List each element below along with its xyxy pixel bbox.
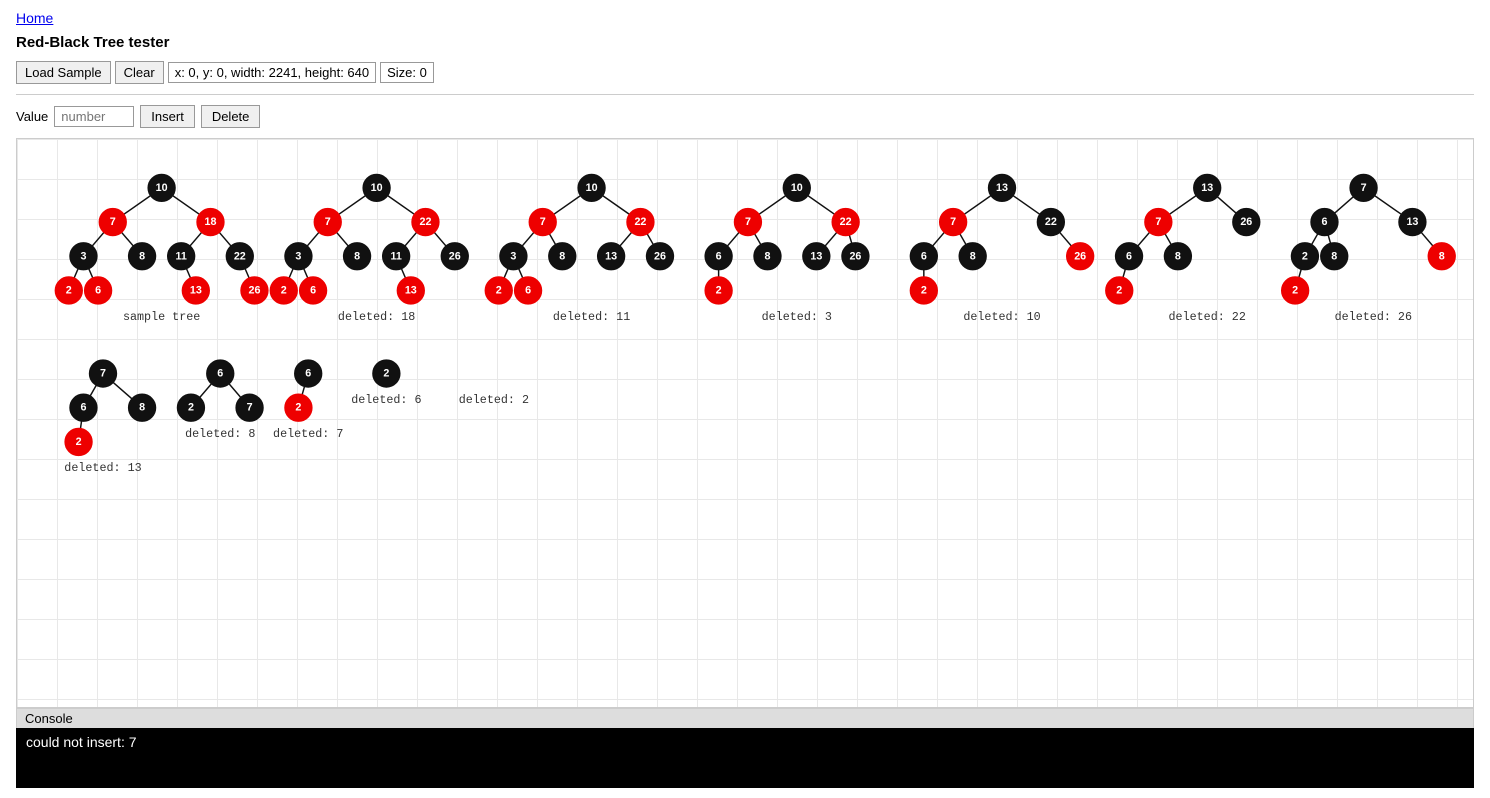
page-title: Red-Black Tree tester bbox=[16, 34, 1474, 51]
svg-text:2: 2 bbox=[716, 284, 722, 296]
svg-text:8: 8 bbox=[559, 250, 565, 262]
svg-text:26: 26 bbox=[654, 250, 666, 262]
svg-text:deleted: 13: deleted: 13 bbox=[64, 461, 141, 475]
svg-text:deleted: 3: deleted: 3 bbox=[762, 310, 832, 324]
svg-text:6: 6 bbox=[525, 284, 531, 296]
value-input[interactable] bbox=[54, 106, 134, 127]
svg-text:7: 7 bbox=[1155, 216, 1161, 228]
svg-text:13: 13 bbox=[1201, 182, 1213, 194]
svg-text:6: 6 bbox=[716, 250, 722, 262]
svg-text:11: 11 bbox=[175, 250, 186, 262]
svg-text:26: 26 bbox=[849, 250, 861, 262]
svg-text:13: 13 bbox=[1406, 216, 1418, 228]
svg-text:8: 8 bbox=[1439, 250, 1445, 262]
size-info: Size: 0 bbox=[380, 62, 434, 83]
tree-svg: 10 7 18 3 8 11 22 2 6 13 26 sample tree bbox=[17, 139, 1473, 707]
canvas-area: 10 7 18 3 8 11 22 2 6 13 26 sample tree bbox=[16, 138, 1474, 708]
svg-text:13: 13 bbox=[190, 284, 202, 296]
svg-text:26: 26 bbox=[1240, 216, 1252, 228]
svg-text:7: 7 bbox=[1361, 182, 1367, 194]
svg-text:22: 22 bbox=[1045, 216, 1057, 228]
svg-text:18: 18 bbox=[205, 216, 217, 228]
console-output: could not insert: 7 bbox=[16, 728, 1474, 788]
svg-text:7: 7 bbox=[247, 402, 253, 414]
svg-text:6: 6 bbox=[217, 368, 223, 380]
svg-text:7: 7 bbox=[325, 216, 331, 228]
svg-text:10: 10 bbox=[371, 182, 383, 194]
svg-text:3: 3 bbox=[80, 250, 86, 262]
svg-text:10: 10 bbox=[156, 182, 168, 194]
svg-text:7: 7 bbox=[100, 368, 106, 380]
svg-text:8: 8 bbox=[139, 250, 145, 262]
value-row: Value Insert Delete bbox=[16, 105, 1474, 128]
clear-button[interactable]: Clear bbox=[115, 61, 164, 84]
svg-text:13: 13 bbox=[405, 284, 417, 296]
home-link[interactable]: Home bbox=[16, 10, 53, 26]
svg-text:6: 6 bbox=[80, 402, 86, 414]
svg-text:7: 7 bbox=[745, 216, 751, 228]
svg-text:2: 2 bbox=[66, 284, 72, 296]
svg-text:11: 11 bbox=[390, 250, 401, 262]
svg-text:2: 2 bbox=[921, 284, 927, 296]
svg-text:7: 7 bbox=[110, 216, 116, 228]
svg-text:2: 2 bbox=[281, 284, 287, 296]
svg-text:22: 22 bbox=[840, 216, 852, 228]
delete-button[interactable]: Delete bbox=[201, 105, 261, 128]
svg-text:deleted: 8: deleted: 8 bbox=[185, 427, 255, 441]
svg-text:2: 2 bbox=[383, 368, 389, 380]
svg-text:2: 2 bbox=[188, 402, 194, 414]
svg-text:2: 2 bbox=[1292, 284, 1298, 296]
svg-text:6: 6 bbox=[1321, 216, 1327, 228]
svg-text:26: 26 bbox=[248, 284, 260, 296]
svg-text:deleted: 11: deleted: 11 bbox=[553, 310, 630, 324]
toolbar: Load Sample Clear x: 0, y: 0, width: 224… bbox=[16, 61, 1474, 84]
svg-text:6: 6 bbox=[305, 368, 311, 380]
svg-text:deleted: 7: deleted: 7 bbox=[273, 427, 343, 441]
svg-text:13: 13 bbox=[605, 250, 617, 262]
svg-text:8: 8 bbox=[354, 250, 360, 262]
svg-text:6: 6 bbox=[310, 284, 316, 296]
svg-text:26: 26 bbox=[449, 250, 461, 262]
value-label: Value bbox=[16, 109, 48, 124]
svg-text:6: 6 bbox=[921, 250, 927, 262]
svg-text:2: 2 bbox=[1116, 284, 1122, 296]
console-section: Console could not insert: 7 bbox=[16, 708, 1474, 788]
svg-text:8: 8 bbox=[970, 250, 976, 262]
svg-text:2: 2 bbox=[295, 402, 301, 414]
svg-text:22: 22 bbox=[634, 216, 646, 228]
svg-text:8: 8 bbox=[1331, 250, 1337, 262]
svg-text:7: 7 bbox=[950, 216, 956, 228]
svg-text:deleted: 26: deleted: 26 bbox=[1335, 310, 1412, 324]
svg-text:deleted: 2: deleted: 2 bbox=[459, 393, 529, 407]
svg-text:10: 10 bbox=[791, 182, 803, 194]
svg-text:8: 8 bbox=[1175, 250, 1181, 262]
svg-text:8: 8 bbox=[764, 250, 770, 262]
svg-text:22: 22 bbox=[234, 250, 246, 262]
svg-text:2: 2 bbox=[76, 436, 82, 448]
svg-text:22: 22 bbox=[419, 216, 431, 228]
svg-text:10: 10 bbox=[586, 182, 598, 194]
svg-text:2: 2 bbox=[496, 284, 502, 296]
svg-text:deleted: 6: deleted: 6 bbox=[351, 393, 421, 407]
console-message: could not insert: 7 bbox=[26, 734, 137, 750]
svg-text:deleted: 10: deleted: 10 bbox=[963, 310, 1040, 324]
svg-text:13: 13 bbox=[996, 182, 1008, 194]
canvas-info: x: 0, y: 0, width: 2241, height: 640 bbox=[168, 62, 376, 83]
svg-text:deleted: 22: deleted: 22 bbox=[1169, 310, 1246, 324]
svg-text:sample tree: sample tree bbox=[123, 310, 200, 324]
insert-button[interactable]: Insert bbox=[140, 105, 195, 128]
svg-text:3: 3 bbox=[295, 250, 301, 262]
load-sample-button[interactable]: Load Sample bbox=[16, 61, 111, 84]
console-label: Console bbox=[16, 708, 1474, 728]
svg-text:6: 6 bbox=[95, 284, 101, 296]
svg-text:13: 13 bbox=[810, 250, 822, 262]
svg-text:deleted: 18: deleted: 18 bbox=[338, 310, 415, 324]
svg-text:8: 8 bbox=[139, 402, 145, 414]
svg-text:3: 3 bbox=[510, 250, 516, 262]
svg-text:26: 26 bbox=[1074, 250, 1086, 262]
svg-text:2: 2 bbox=[1302, 250, 1308, 262]
svg-text:6: 6 bbox=[1126, 250, 1132, 262]
svg-text:7: 7 bbox=[540, 216, 546, 228]
